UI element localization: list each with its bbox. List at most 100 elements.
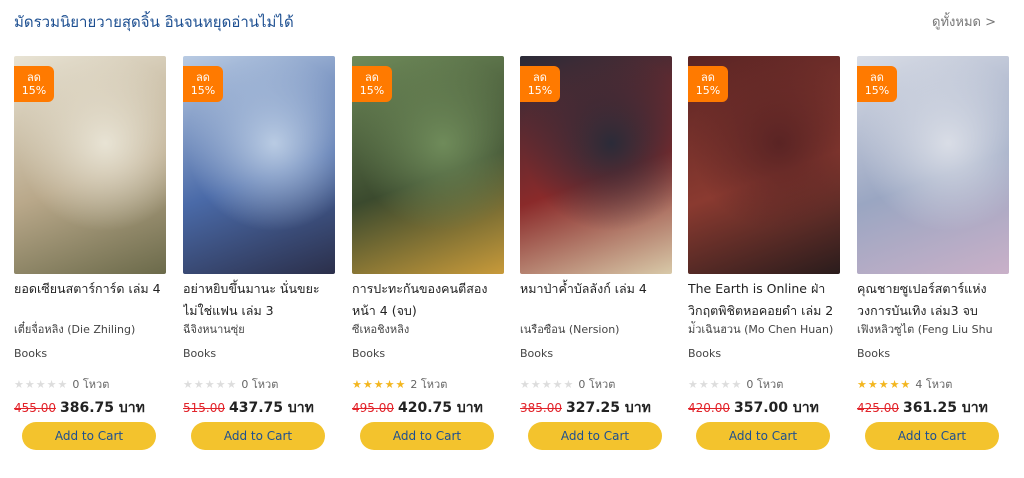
product-category: Books: [352, 347, 386, 360]
star-icon: ★: [688, 378, 699, 391]
product-card: ลด 15% หมาป่าค้ำบัลลังก์ เล่ม 4 เนรือซือน (…: [520, 56, 672, 456]
old-price: 385.00: [520, 401, 562, 415]
star-icon: ★: [867, 378, 879, 391]
discount-label: ลด: [365, 71, 379, 84]
vote-count: 4 โหวต: [915, 378, 953, 391]
product-title[interactable]: คุณชายซูเปอร์สตาร์แห่งวงการบันเทิง เล่ม3…: [857, 278, 1009, 322]
star-icon: ★: [14, 378, 25, 391]
star-icon: ★: [46, 378, 58, 391]
vote-count: 0 โหวต: [578, 378, 616, 391]
star-icon: ★: [878, 378, 890, 391]
discount-label: ลด: [196, 71, 210, 84]
new-price: 437.75 บาท: [229, 400, 314, 416]
star-icon: ★: [226, 378, 238, 391]
discount-badge: ลด 15%: [520, 66, 560, 102]
star-icon: ★: [552, 378, 564, 391]
product-author[interactable]: เนรือซือน (Nersion): [520, 320, 676, 338]
product-card: ลด 15% การปะทะกันของคนตีสองหน้า 4 (จบ) ซีเห…: [352, 56, 504, 456]
product-card: ลด 15% คุณชายซูเปอร์สตาร์แห่งวงการบันเทิง …: [857, 56, 1009, 456]
star-icon: ★: [709, 378, 721, 391]
product-author[interactable]: ซีเหอชิงหลิง: [352, 320, 508, 338]
book-cover[interactable]: ลด 15%: [352, 56, 504, 274]
star-icon: ★: [520, 378, 531, 391]
product-category: Books: [688, 347, 722, 360]
price: 515.00 437.75 บาท: [183, 397, 314, 419]
product-card: ลด 15% The Earth is Online ฝ่าวิกฤตพิชิตหอ…: [688, 56, 840, 456]
rating: ★★★★★ 0 โหวต: [14, 375, 109, 391]
star-icon: ★: [563, 378, 575, 391]
book-cover[interactable]: ลด 15%: [688, 56, 840, 274]
vote-count: 0 โหวต: [72, 378, 110, 391]
star-icon: ★: [889, 378, 901, 391]
discount-value: 15%: [21, 84, 47, 97]
old-price: 515.00: [183, 401, 225, 415]
section-header: มัดรวมนิยายวายสุดจิ้น อินจนหยุดอ่านไม่ได…: [14, 10, 1004, 32]
new-price: 420.75 บาท: [398, 400, 483, 416]
star-icon: ★: [384, 378, 396, 391]
product-author[interactable]: ม่ัวเฉินฮวน (Mo Chen Huan): [688, 320, 844, 338]
rating: ★★★★★ 4 โหวต: [857, 375, 952, 391]
star-icon: ★: [183, 378, 194, 391]
rating: ★★★★★ 0 โหวต: [520, 375, 615, 391]
new-price: 357.00 บาท: [734, 400, 819, 416]
view-all-link[interactable]: ดูทั้งหมด >: [932, 11, 996, 32]
star-icon: ★: [541, 378, 553, 391]
product-author[interactable]: เตี๋ยจื่อหลิง (Die Zhiling): [14, 320, 170, 338]
price: 455.00 386.75 บาท: [14, 397, 145, 419]
add-to-cart-button[interactable]: Add to Cart: [191, 422, 325, 450]
product-title[interactable]: The Earth is Online ฝ่าวิกฤตพิชิตหอคอยดำ…: [688, 278, 840, 322]
discount-label: ลด: [870, 71, 884, 84]
star-icon: ★: [193, 378, 205, 391]
old-price: 420.00: [688, 401, 730, 415]
discount-badge: ลด 15%: [183, 66, 223, 102]
price: 425.00 361.25 บาท: [857, 397, 988, 419]
product-title[interactable]: การปะทะกันของคนตีสองหน้า 4 (จบ): [352, 278, 504, 322]
rating: ★★★★★ 2 โหวต: [352, 375, 447, 391]
star-icon: ★: [857, 378, 868, 391]
book-cover[interactable]: ลด 15%: [183, 56, 335, 274]
add-to-cart-button[interactable]: Add to Cart: [865, 422, 999, 450]
book-cover[interactable]: ลด 15%: [857, 56, 1009, 274]
new-price: 386.75 บาท: [60, 400, 145, 416]
add-to-cart-button[interactable]: Add to Cart: [22, 422, 156, 450]
star-icon: ★: [530, 378, 542, 391]
discount-value: 15%: [359, 84, 385, 97]
book-cover[interactable]: ลด 15%: [520, 56, 672, 274]
add-to-cart-button[interactable]: Add to Cart: [360, 422, 494, 450]
star-icon: ★: [57, 378, 69, 391]
vote-count: 0 โหวต: [746, 378, 784, 391]
price: 385.00 327.25 บาท: [520, 397, 651, 419]
discount-badge: ลด 15%: [688, 66, 728, 102]
star-icon: ★: [373, 378, 385, 391]
add-to-cart-button[interactable]: Add to Cart: [696, 422, 830, 450]
product-category: Books: [183, 347, 217, 360]
book-cover[interactable]: ลด 15%: [14, 56, 166, 274]
discount-value: 15%: [695, 84, 721, 97]
product-author[interactable]: เฟิงหลิวซูไต (Feng Liu Shu: [857, 320, 1013, 338]
vote-count: 2 โหวต: [410, 378, 448, 391]
discount-badge: ลด 15%: [14, 66, 54, 102]
discount-badge: ลด 15%: [352, 66, 392, 102]
product-category: Books: [857, 347, 891, 360]
new-price: 361.25 บาท: [903, 400, 988, 416]
product-card: ลด 15% ยอดเซียนสตาร์การ์ด เล่ม 4 เตี๋ยจื่อห…: [14, 56, 166, 456]
product-title[interactable]: หมาป่าค้ำบัลลังก์ เล่ม 4: [520, 278, 672, 322]
star-icon: ★: [24, 378, 36, 391]
discount-value: 15%: [527, 84, 553, 97]
star-icon: ★: [731, 378, 743, 391]
discount-label: ลด: [701, 71, 715, 84]
product-title[interactable]: ยอดเซียนสตาร์การ์ด เล่ม 4: [14, 278, 166, 322]
discount-value: 15%: [864, 84, 890, 97]
star-icon: ★: [362, 378, 374, 391]
rating: ★★★★★ 0 โหวต: [183, 375, 278, 391]
star-icon: ★: [215, 378, 227, 391]
product-grid: ลด 15% ยอดเซียนสตาร์การ์ด เล่ม 4 เตี๋ยจื่อห…: [14, 56, 1014, 466]
product-author[interactable]: ฉีจิงหนานซุ่ย: [183, 320, 339, 338]
product-title[interactable]: อย่าหยิบขึ้นมานะ นั่นขยะ ไม่ใช่แฟน เล่ม …: [183, 278, 335, 322]
star-icon: ★: [395, 378, 407, 391]
old-price: 455.00: [14, 401, 56, 415]
discount-value: 15%: [190, 84, 216, 97]
star-icon: ★: [352, 378, 363, 391]
discount-badge: ลด 15%: [857, 66, 897, 102]
add-to-cart-button[interactable]: Add to Cart: [528, 422, 662, 450]
